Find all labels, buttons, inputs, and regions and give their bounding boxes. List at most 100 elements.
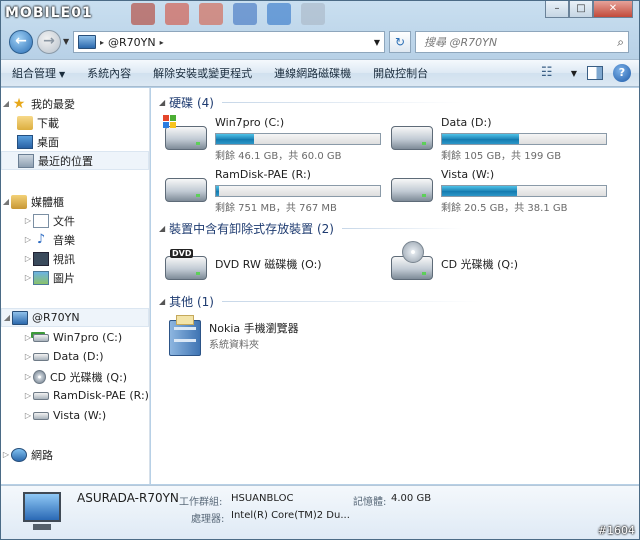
- collapsed-icon[interactable]: ▷: [23, 235, 33, 244]
- map-network-drive-button[interactable]: 連線網路磁碟機: [263, 65, 362, 81]
- drive-name: CD 光碟機 (Q:): [441, 258, 519, 271]
- group-header-removable[interactable]: ◢ 裝置中含有卸除式存放裝置 (2): [159, 220, 462, 237]
- computer-monitor-icon: [23, 492, 61, 522]
- collapsed-icon[interactable]: ▷: [23, 372, 33, 381]
- expanded-icon[interactable]: ◢: [2, 313, 12, 322]
- open-control-panel-button[interactable]: 開啟控制台: [362, 65, 439, 81]
- nav-documents[interactable]: ▷ 文件: [1, 211, 149, 230]
- background-icons: [131, 3, 325, 25]
- collapsed-icon[interactable]: ▷: [23, 391, 33, 400]
- desktop-icon: [17, 134, 33, 149]
- title-bar[interactable]: MOBILE01 – □ ✕: [1, 1, 639, 27]
- workgroup-label: 工作群組:: [179, 497, 223, 508]
- nav-libraries[interactable]: ◢ 媒體櫃: [1, 192, 149, 211]
- back-arrow-icon: ←: [15, 33, 27, 49]
- minimize-button[interactable]: –: [545, 1, 569, 18]
- nav-drive-d[interactable]: ▷ Data (D:): [1, 347, 149, 366]
- help-icon[interactable]: ?: [613, 64, 631, 82]
- uninstall-program-button[interactable]: 解除安裝或變更程式: [142, 65, 263, 81]
- nav-music[interactable]: ▷ ♪ 音樂: [1, 230, 149, 249]
- nav-videos[interactable]: ▷ 視訊: [1, 249, 149, 268]
- nav-desktop[interactable]: 桌面: [1, 132, 149, 151]
- recent-places-icon: [18, 153, 34, 168]
- nav-label: 音樂: [53, 233, 75, 247]
- collapsed-icon[interactable]: ▷: [23, 333, 33, 342]
- nav-pictures[interactable]: ▷ 圖片: [1, 268, 149, 287]
- breadcrumb-separator[interactable]: ▸: [100, 38, 104, 47]
- nav-label: @R70YN: [32, 311, 80, 324]
- expanded-icon[interactable]: ◢: [159, 98, 165, 107]
- breadcrumb-computer[interactable]: @R70YN: [108, 36, 156, 49]
- address-dropdown-icon[interactable]: ▼: [374, 38, 380, 47]
- drive-name: Win7pro (C:): [215, 116, 285, 129]
- drive-tile-w[interactable]: Vista (W:) 剩餘 20.5 GB，共 38.1 GB: [391, 168, 607, 214]
- memory-value: 4.00 GB: [391, 493, 432, 504]
- forward-button[interactable]: →: [37, 30, 61, 54]
- hard-drive-icon: [391, 126, 433, 150]
- capacity-bar: [215, 133, 381, 145]
- processor-value: Intel(R) Core(TM)2 Du...: [231, 510, 350, 521]
- expanded-icon[interactable]: ◢: [1, 197, 11, 206]
- group-header-other[interactable]: ◢ 其他 (1): [159, 293, 482, 310]
- nav-recent-places[interactable]: 最近的位置: [1, 151, 149, 170]
- nokia-browser-item[interactable]: Nokia 手機瀏覽器 系統資料夾: [165, 315, 375, 356]
- address-bar[interactable]: ▸ @R70YN ▸ ▼: [73, 31, 385, 53]
- nav-label: Vista (W:): [53, 409, 107, 422]
- nav-label: 我的最愛: [31, 97, 75, 111]
- expanded-icon[interactable]: ◢: [159, 224, 165, 233]
- collapsed-icon[interactable]: ▷: [23, 254, 33, 263]
- collapsed-icon[interactable]: ▷: [23, 216, 33, 225]
- drive-free-space: 剩餘 20.5 GB，共 38.1 GB: [441, 203, 568, 214]
- nav-drive-r[interactable]: ▷ RamDisk-PAE (R:): [1, 386, 149, 405]
- collapsed-icon[interactable]: ▷: [23, 352, 33, 361]
- caption-buttons: – □ ✕: [545, 1, 633, 18]
- nav-drive-q[interactable]: ▷ CD 光碟機 (Q:): [1, 367, 149, 386]
- nav-label: 圖片: [53, 271, 75, 285]
- search-icon[interactable]: ⌕: [617, 35, 624, 50]
- group-divider: [221, 301, 482, 302]
- explorer-window: MOBILE01 – □ ✕ ← → ▼ ▸ @R70YN ▸ ▼ ↻ 搜尋 @…: [0, 0, 640, 540]
- hard-drive-icon: [33, 391, 49, 400]
- preview-pane-icon[interactable]: [587, 66, 603, 80]
- drive-tile-c[interactable]: Win7pro (C:) 剩餘 46.1 GB，共 60.0 GB: [163, 115, 381, 162]
- system-properties-button[interactable]: 系統內容: [76, 65, 142, 81]
- close-button[interactable]: ✕: [593, 1, 633, 18]
- collapsed-icon[interactable]: ▷: [23, 273, 33, 282]
- libraries-icon: [11, 194, 27, 209]
- view-options-dropdown[interactable]: ▼: [571, 69, 577, 78]
- organize-button[interactable]: 組合管理 ▼: [1, 65, 76, 81]
- maximize-button[interactable]: □: [569, 1, 593, 18]
- nav-network[interactable]: ▷ 網路: [1, 445, 149, 464]
- nav-downloads[interactable]: 下載: [1, 113, 149, 132]
- image-tag: #1604: [597, 524, 635, 537]
- drive-tile-q[interactable]: CD 光碟機 (Q:): [391, 241, 607, 280]
- windows-drive-icon: [33, 333, 49, 342]
- expanded-icon[interactable]: ◢: [159, 297, 165, 306]
- drive-tile-r[interactable]: RamDisk-PAE (R:) 剩餘 751 MB，共 767 MB: [165, 168, 381, 214]
- nav-computer[interactable]: ◢ @R70YN: [1, 308, 149, 327]
- back-button[interactable]: ←: [9, 30, 33, 54]
- collapsed-icon[interactable]: ▷: [1, 450, 11, 459]
- drive-tile-d[interactable]: Data (D:) 剩餘 105 GB，共 199 GB: [391, 116, 607, 162]
- change-view-icon[interactable]: ☷: [541, 65, 561, 81]
- windows-logo-icon: [163, 115, 177, 129]
- dvd-drive-icon: DVD: [165, 249, 207, 280]
- nav-favorites[interactable]: ◢ ★ 我的最愛: [1, 94, 149, 113]
- nav-label: 網路: [31, 448, 53, 462]
- organize-label: 組合管理: [12, 67, 56, 80]
- workgroup-value: HSUANBLOC: [231, 493, 294, 504]
- monitor-stand: [33, 524, 51, 530]
- breadcrumb-separator-2[interactable]: ▸: [160, 38, 164, 47]
- computer-name: ASURADA-R70YN: [77, 491, 179, 505]
- nav-drive-w[interactable]: ▷ Vista (W:): [1, 406, 149, 425]
- group-header-hdd[interactable]: ◢ 硬碟 (4): [159, 94, 462, 111]
- drive-tile-o[interactable]: DVD DVD RW 磁碟機 (O:): [165, 246, 381, 280]
- expanded-icon[interactable]: ◢: [1, 99, 11, 108]
- file-list: ◢ 硬碟 (4) Win7pro (C:) 剩餘 46.1 GB，共 60.0 G…: [151, 88, 639, 484]
- capacity-fill: [442, 134, 520, 144]
- collapsed-icon[interactable]: ▷: [23, 411, 33, 420]
- refresh-button[interactable]: ↻: [389, 31, 411, 53]
- recent-pages-dropdown[interactable]: ▼: [63, 37, 69, 46]
- nav-drive-c[interactable]: ▷ Win7pro (C:): [1, 328, 149, 347]
- search-input[interactable]: 搜尋 @R70YN ⌕: [415, 31, 629, 53]
